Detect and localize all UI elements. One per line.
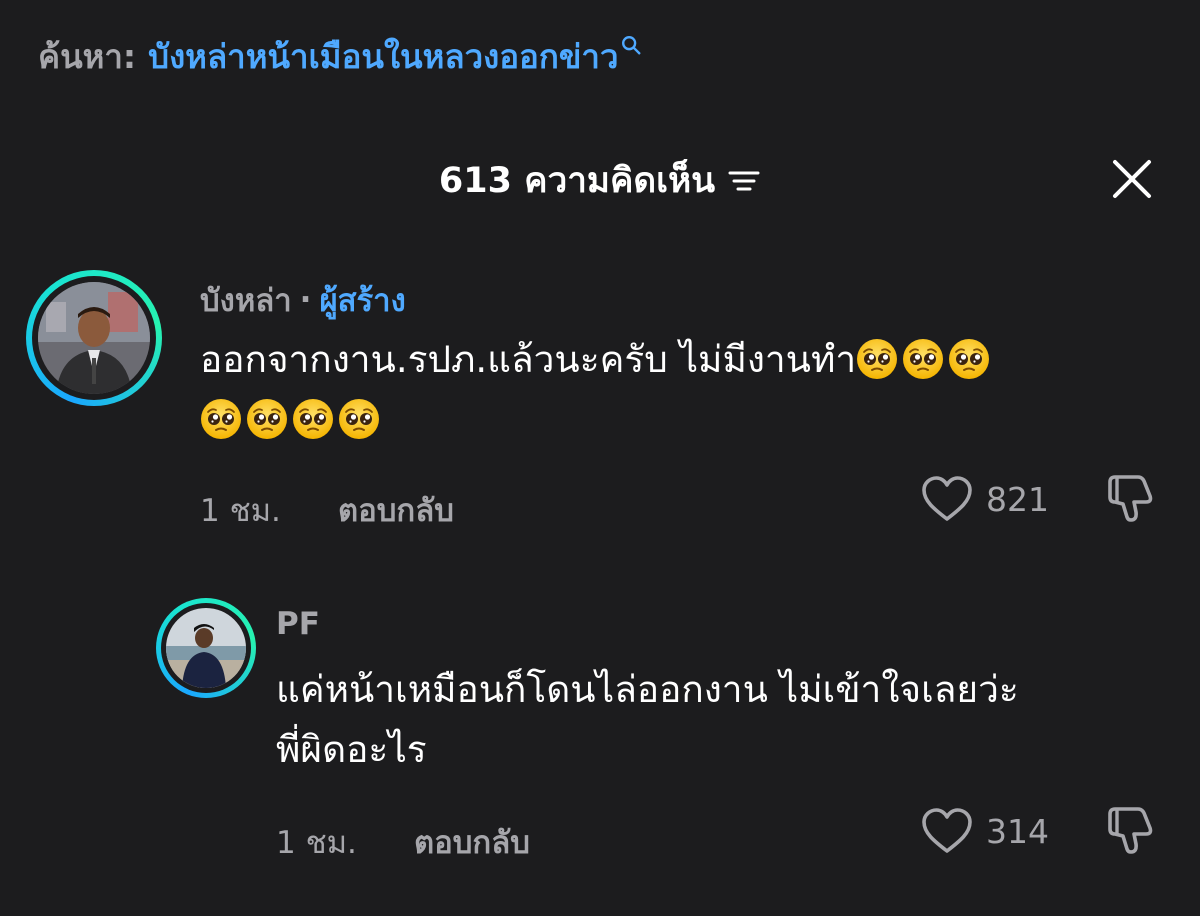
dislike-icon[interactable] xyxy=(1104,804,1158,858)
comment-text-line1: แค่หน้าเหมือนก็โดนไล่ออกงาน ไม่เข้าใจเลย… xyxy=(276,668,1019,711)
username-line: PF xyxy=(276,602,320,646)
heart-icon[interactable] xyxy=(920,807,974,855)
avatar-image xyxy=(166,608,246,688)
comment-username[interactable]: PF xyxy=(276,606,320,642)
like-button[interactable]: 314 xyxy=(920,804,1049,858)
comment-text: แค่หน้าเหมือนก็โดนไล่ออกงาน ไม่เข้าใจเลย… xyxy=(276,660,1176,780)
reply-comment-item: PF แค่หน้าเหมือนก็โดนไล่ออกงาน ไม่เข้าใจ… xyxy=(0,0,1200,916)
like-count: 314 xyxy=(986,811,1049,851)
reply-button[interactable]: ตอบกลับ xyxy=(414,817,530,867)
comment-text-line2: พี่ผิดอะไร xyxy=(276,728,427,771)
avatar[interactable] xyxy=(166,608,246,688)
comment-timestamp: 1 ชม. xyxy=(276,825,357,861)
comment-meta: 1 ชม. ตอบกลับ xyxy=(276,820,530,864)
